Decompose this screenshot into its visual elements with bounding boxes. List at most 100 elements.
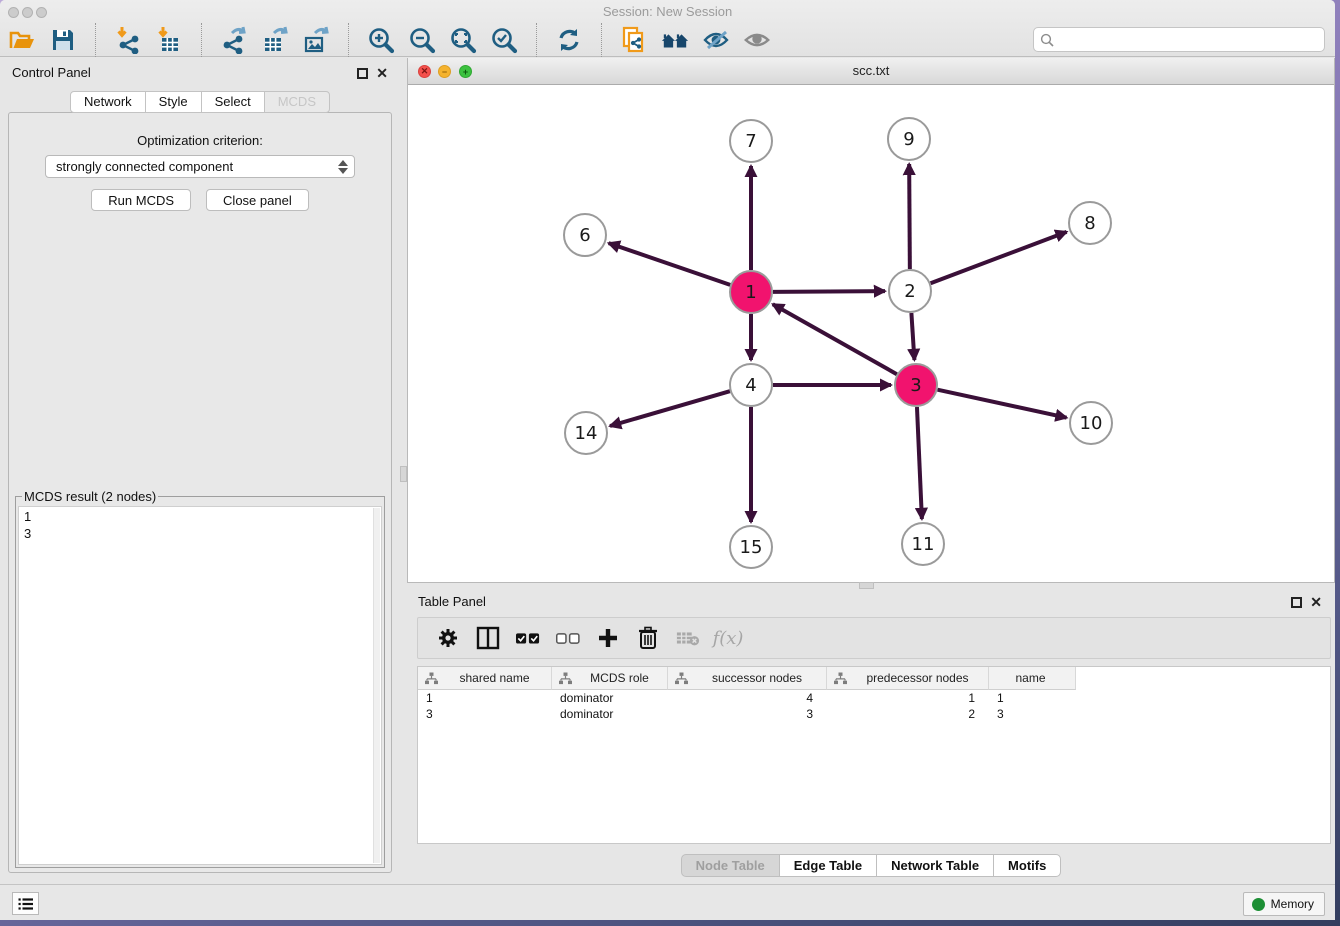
graph-edge-1-2[interactable]	[773, 291, 885, 292]
vertical-splitter[interactable]	[400, 58, 407, 884]
save-session-icon[interactable]	[49, 26, 77, 54]
graph-edge-2-8[interactable]	[931, 232, 1067, 283]
optimization-criterion-select[interactable]: strongly connected component	[45, 155, 355, 178]
maximize-window-icon[interactable]	[36, 7, 47, 18]
show-eye-icon[interactable]	[743, 26, 771, 54]
tab-style[interactable]: Style	[145, 91, 202, 113]
column-header-successor-nodes[interactable]: successor nodes	[668, 667, 827, 690]
export-network-icon[interactable]	[220, 26, 248, 54]
delete-table-icon[interactable]	[676, 626, 700, 650]
titlebar[interactable]: Session: New Session	[0, 0, 1335, 23]
column-header-name[interactable]: name	[989, 667, 1076, 690]
run-mcds-button[interactable]: Run MCDS	[91, 189, 191, 211]
network-close-icon[interactable]: ✕	[418, 65, 431, 78]
home-icon[interactable]	[661, 26, 689, 54]
tab-mcds[interactable]: MCDS	[264, 91, 330, 113]
graph-edge-2-9[interactable]	[909, 164, 910, 269]
memory-button[interactable]: Memory	[1243, 892, 1325, 916]
export-table-icon[interactable]	[261, 26, 289, 54]
table-row[interactable]: 3 dominator 3 2 3	[418, 706, 1330, 722]
close-window-icon[interactable]	[8, 7, 19, 18]
zoom-selected-icon[interactable]	[490, 26, 518, 54]
close-panel-button[interactable]: Close panel	[206, 189, 309, 211]
add-row-icon[interactable]	[596, 626, 620, 650]
function-builder-icon[interactable]: f(x)	[716, 626, 740, 650]
graph-edge-4-14[interactable]	[610, 391, 730, 426]
select-all-icon[interactable]	[516, 626, 540, 650]
graph-edge-1-6[interactable]	[609, 243, 731, 285]
table-panel-header: Table Panel ✕	[407, 587, 1335, 613]
task-history-button[interactable]	[12, 892, 39, 915]
network-minimize-icon[interactable]: −	[438, 65, 451, 78]
duplicate-network-icon[interactable]	[620, 26, 648, 54]
mcds-result-line: 1	[24, 508, 376, 525]
cell-predecessor-nodes[interactable]: 2	[827, 706, 989, 722]
column-header-predecessor-nodes[interactable]: predecessor nodes	[827, 667, 989, 690]
network-canvas[interactable]: 7968124314101511	[408, 85, 1334, 581]
cell-mcds-role[interactable]: dominator	[552, 690, 668, 706]
close-panel-icon[interactable]: ✕	[376, 65, 388, 81]
graph-edge-3-10[interactable]	[937, 390, 1066, 418]
tab-motifs[interactable]: Motifs	[993, 854, 1061, 877]
delete-row-icon[interactable]	[636, 626, 660, 650]
table-row[interactable]: 1 dominator 4 1 1	[418, 690, 1330, 706]
zoom-fit-icon[interactable]	[449, 26, 477, 54]
node-table[interactable]: shared name MCDS role successor nodes pr…	[417, 666, 1331, 844]
splitter-grip[interactable]	[400, 466, 407, 482]
mcds-result-text[interactable]: 1 3	[18, 506, 382, 865]
header: Session: New Session	[0, 0, 1335, 57]
float-panel-icon[interactable]	[357, 68, 368, 79]
import-network-icon[interactable]	[114, 26, 142, 54]
zoom-in-icon[interactable]	[367, 26, 395, 54]
import-table-icon[interactable]	[155, 26, 183, 54]
tab-select[interactable]: Select	[201, 91, 265, 113]
graph-node-label: 7	[745, 131, 756, 152]
cell-predecessor-nodes[interactable]: 1	[827, 690, 989, 706]
graph-node-label: 9	[903, 129, 914, 150]
column-header-mcds-role[interactable]: MCDS role	[552, 667, 668, 690]
mcds-result-title: MCDS result (2 nodes)	[22, 489, 158, 504]
search-input[interactable]	[1054, 28, 1324, 51]
table-settings-icon[interactable]	[436, 626, 460, 650]
minimize-window-icon[interactable]	[22, 7, 33, 18]
cell-shared-name[interactable]: 3	[418, 706, 552, 722]
cell-name[interactable]: 3	[989, 706, 1076, 722]
network-window-titlebar[interactable]: ✕ − + scc.txt	[408, 58, 1334, 85]
cell-mcds-role[interactable]: dominator	[552, 706, 668, 722]
graph-edge-2-3[interactable]	[911, 313, 914, 360]
float-table-panel-icon[interactable]	[1291, 597, 1302, 608]
split-columns-icon[interactable]	[476, 626, 500, 650]
graph-node-label: 6	[579, 225, 590, 246]
network-window-title: scc.txt	[408, 58, 1334, 84]
close-table-panel-icon[interactable]: ✕	[1310, 594, 1322, 610]
column-header-shared-name[interactable]: shared name	[418, 667, 552, 690]
open-file-icon[interactable]	[8, 26, 36, 54]
network-maximize-icon[interactable]: +	[459, 65, 472, 78]
tab-network[interactable]: Network	[70, 91, 146, 113]
zoom-out-icon[interactable]	[408, 26, 436, 54]
graph-edge-3-11[interactable]	[917, 407, 922, 519]
graph-node-label: 11	[912, 534, 935, 555]
main-toolbar	[0, 23, 1335, 57]
tab-network-table[interactable]: Network Table	[876, 854, 994, 877]
graph-node-label: 2	[904, 281, 915, 302]
cell-name[interactable]: 1	[989, 690, 1076, 706]
attribute-tree-icon	[675, 672, 688, 685]
hide-panels-icon[interactable]	[702, 26, 730, 54]
cell-successor-nodes[interactable]: 4	[668, 690, 827, 706]
memory-label: Memory	[1271, 897, 1314, 911]
graph-node-label: 14	[575, 423, 598, 444]
export-image-icon[interactable]	[302, 26, 330, 54]
result-scrollbar[interactable]	[373, 508, 380, 863]
graph-edge-3-1[interactable]	[773, 304, 897, 374]
mcds-panel: Optimization criterion: strongly connect…	[8, 112, 392, 873]
tab-edge-table[interactable]: Edge Table	[779, 854, 877, 877]
app-window: Session: New Session	[0, 0, 1335, 920]
refresh-icon[interactable]	[555, 26, 583, 54]
cell-successor-nodes[interactable]: 3	[668, 706, 827, 722]
search-field[interactable]	[1033, 27, 1325, 52]
deselect-all-icon[interactable]	[556, 626, 580, 650]
mcds-result-line: 3	[24, 525, 376, 542]
tab-node-table[interactable]: Node Table	[681, 854, 780, 877]
cell-shared-name[interactable]: 1	[418, 690, 552, 706]
